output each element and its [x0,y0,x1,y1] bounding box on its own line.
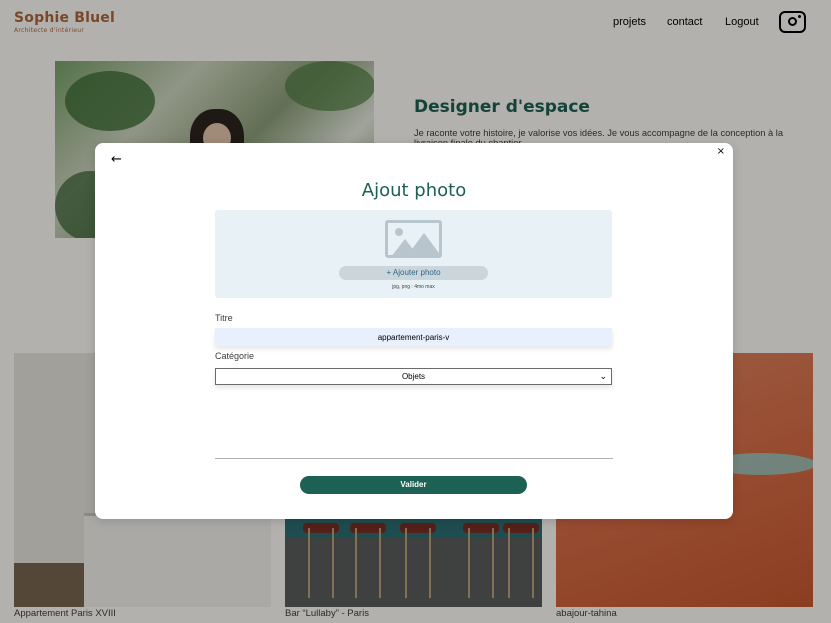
category-select[interactable]: Objets ⌄ [215,368,612,385]
title-input[interactable] [215,328,612,346]
modal-title: Ajout photo [361,180,467,201]
close-icon[interactable]: × [717,146,725,157]
image-icon [385,220,442,258]
arrow-left-icon[interactable]: ← [111,153,122,166]
photo-upload-area[interactable]: + Ajouter photo jpg, png : 4mo max [215,210,612,298]
add-photo-button[interactable]: + Ajouter photo [339,266,488,280]
chevron-down-icon: ⌄ [599,371,607,381]
divider [215,458,613,459]
category-label: Catégorie [215,351,255,361]
category-selected-value: Objets [401,372,426,381]
upload-hint: jpg, png : 4mo max [392,284,435,290]
add-photo-modal: ← × Ajout photo + Ajouter photo jpg, png… [95,143,733,519]
title-label: Titre [215,313,233,323]
submit-button[interactable]: Valider [300,476,527,494]
